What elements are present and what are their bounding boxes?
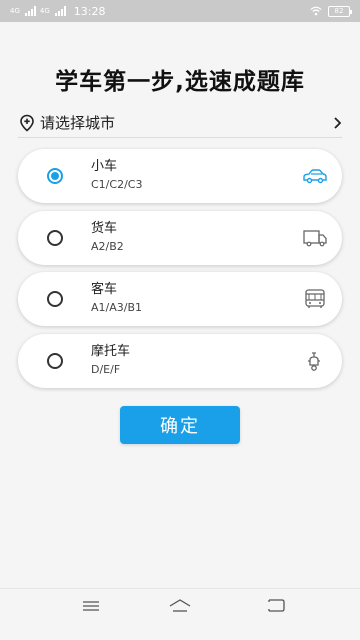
chevron-right-icon	[334, 116, 342, 129]
option-name: 小车	[91, 159, 118, 174]
option-name: 货车	[91, 221, 118, 236]
network-type-2: 4G	[39, 6, 50, 15]
signal-icon	[24, 6, 36, 16]
status-left: 4G 4G 13:28	[10, 5, 105, 18]
system-nav-bar	[0, 588, 360, 640]
option-text: 客车 A1/A3/B1	[91, 282, 142, 315]
home-icon[interactable]	[168, 597, 192, 615]
signal-icon-2	[54, 6, 66, 16]
radio-button[interactable]	[47, 291, 63, 307]
option-license-classes: C1/C2/C3	[91, 178, 143, 191]
car-icon	[303, 169, 327, 184]
option-text: 小车 C1/C2/C3	[91, 159, 142, 192]
status-time: 13:28	[73, 4, 106, 18]
wifi-icon	[310, 6, 322, 16]
radio-button[interactable]	[47, 353, 63, 369]
network-type-1: 4G	[10, 6, 20, 15]
back-icon[interactable]	[263, 597, 287, 615]
option-name: 客车	[91, 282, 118, 297]
option-license-classes: D/E/F	[91, 363, 121, 376]
page-title: 学车第一步,选速成题库	[55, 69, 305, 95]
radio-button[interactable]	[47, 168, 63, 184]
option-card-car[interactable]: 小车 C1/C2/C3	[18, 149, 342, 203]
option-text: 货车 A2/B2	[91, 221, 124, 254]
confirm-button[interactable]: 确定	[120, 406, 240, 444]
location-plus-icon	[20, 114, 34, 132]
scooter-icon	[308, 352, 320, 371]
option-text: 摩托车 D/E/F	[91, 344, 130, 377]
option-card-motorcycle[interactable]: 摩托车 D/E/F	[18, 334, 342, 388]
option-card-truck[interactable]: 货车 A2/B2	[18, 211, 342, 265]
menu-icon[interactable]	[79, 597, 103, 615]
city-selector-label: 请选择城市	[40, 114, 116, 132]
radio-button[interactable]	[47, 230, 63, 246]
option-card-bus[interactable]: 客车 A1/A3/B1	[18, 272, 342, 326]
bus-icon	[305, 289, 325, 308]
truck-icon	[303, 230, 327, 247]
option-license-classes: A1/A3/B1	[91, 301, 143, 314]
battery-icon: 82	[328, 5, 352, 17]
option-name: 摩托车	[91, 344, 131, 359]
status-bar: 4G 4G 13:28 82	[0, 0, 360, 22]
option-license-classes: A2/B2	[91, 240, 124, 253]
status-right: 82	[310, 5, 352, 17]
city-selector[interactable]: 请选择城市	[18, 108, 342, 138]
